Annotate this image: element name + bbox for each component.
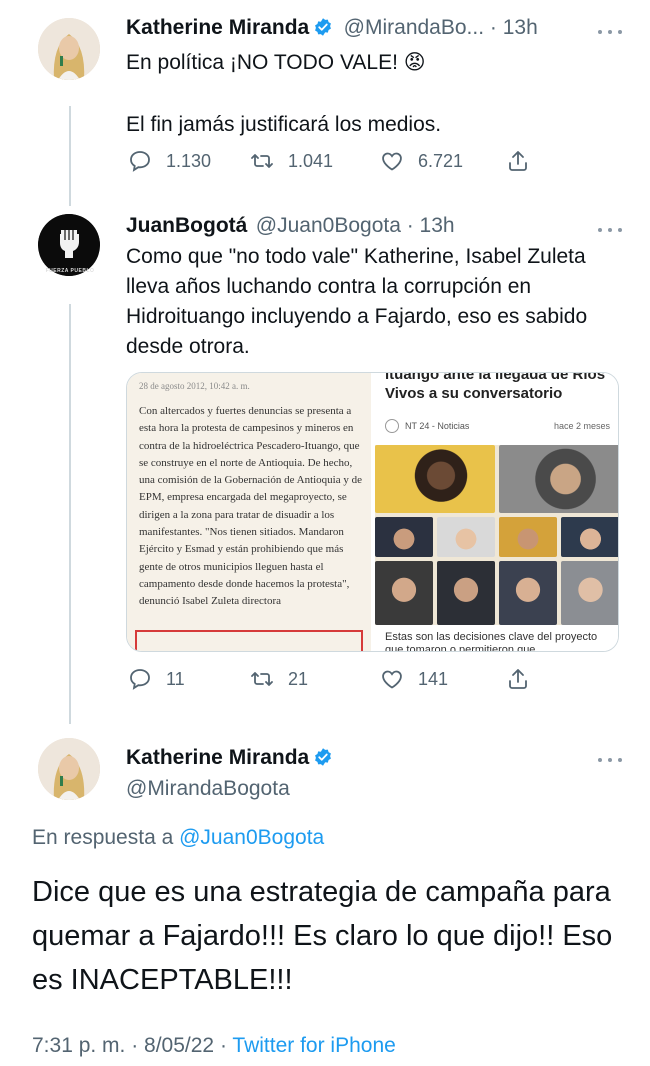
reply-count: 11 (166, 668, 185, 689)
author-handle-time[interactable]: @Juan0Bogota · 13h (256, 214, 455, 237)
share-button[interactable] (506, 148, 530, 174)
reply-to-link[interactable]: @Juan0Bogota (179, 826, 324, 849)
tweet-text-line: En política ¡NO TODO VALE! 😡 (126, 51, 426, 74)
thread-line-2 (69, 304, 71, 724)
avatar[interactable] (38, 738, 100, 800)
tweet-text: Dice que es una estrategia de campaña pa… (32, 876, 613, 996)
verified-badge-icon (315, 748, 332, 766)
portrait-photo (375, 517, 433, 557)
avatar[interactable] (38, 18, 100, 80)
comment-icon (130, 669, 150, 690)
portrait-photo (375, 561, 433, 625)
fist-logo-icon (38, 214, 100, 276)
heart-icon (382, 670, 402, 689)
portrait-photo (561, 517, 618, 557)
tweet-meta: 7:31 p. m. · 8/05/22 · Twitter for iPhon… (32, 1034, 396, 1058)
photo-grid (375, 445, 618, 625)
share-icon (509, 669, 527, 689)
news-screenshot: ituango ante la llegada de Ríos Vivos a … (375, 372, 618, 652)
portrait-photo (499, 561, 557, 625)
like-button[interactable]: 141 (380, 666, 448, 692)
news-time: hace 2 meses (553, 421, 610, 431)
avatar-photo-icon (38, 18, 100, 80)
avatar-caption: FUERZA PUEBLO (45, 268, 95, 274)
attached-image[interactable]: 28 de agosto 2012, 10:42 a. m. Con alter… (126, 372, 619, 652)
news-source-name: NT 24 - Noticias (405, 421, 470, 431)
news-headline: ituango ante la llegada de Ríos Vivos a … (385, 372, 606, 402)
portrait-photo (375, 445, 495, 513)
tweet-actions: 11 21 141 (126, 666, 536, 692)
author-name[interactable]: JuanBogotá (126, 214, 247, 237)
news-source: NT 24 - Noticias (385, 419, 469, 433)
author-name[interactable]: Katherine Miranda (126, 746, 309, 769)
avatar[interactable] (38, 214, 100, 276)
article-screenshot: 28 de agosto 2012, 10:42 a. m. Con alter… (127, 373, 371, 651)
portrait-photo (561, 561, 618, 625)
retweet-button[interactable]: 21 (250, 666, 308, 692)
avatar-photo-icon (38, 738, 100, 800)
like-count: 6.721 (418, 150, 464, 171)
portrait-photo (499, 445, 618, 513)
retweet-count: 21 (288, 668, 309, 689)
author-handle[interactable]: @MirandaBogota (126, 777, 290, 801)
more-icon[interactable] (598, 225, 624, 235)
tweet-text: Como que "no todo vale" Katherine, Isabe… (126, 245, 588, 358)
article-date: 28 de agosto 2012, 10:42 a. m. (139, 381, 250, 391)
verified-badge-icon (315, 18, 332, 36)
reply-button[interactable]: 1.130 (128, 148, 211, 174)
reply-count: 1.130 (166, 150, 212, 171)
like-button[interactable]: 6.721 (380, 148, 463, 174)
portrait-photo (437, 517, 495, 557)
highlight-box (135, 630, 363, 651)
retweet-icon (251, 154, 273, 168)
retweet-button[interactable]: 1.041 (250, 148, 333, 174)
news-caption: Estas son las decisiones clave del proye… (385, 631, 598, 652)
portrait-photo (499, 517, 557, 557)
author-handle-time[interactable]: @MirandaBo... · 13h (344, 16, 538, 39)
share-button[interactable] (506, 666, 530, 692)
thread-line-1 (69, 106, 71, 206)
more-icon[interactable] (598, 755, 624, 765)
heart-icon (382, 152, 402, 171)
like-count: 141 (418, 668, 449, 689)
timestamp[interactable]: 7:31 p. m. · 8/05/22 · (32, 1034, 232, 1057)
reply-context: En respuesta a @Juan0Bogota (32, 826, 324, 850)
tweet-actions: 1.130 1.041 6.721 (126, 148, 536, 174)
retweet-count: 1.041 (288, 150, 334, 171)
source-logo-icon (385, 419, 399, 433)
share-icon (509, 151, 527, 171)
source-link[interactable]: Twitter for iPhone (232, 1034, 395, 1057)
article-text: Con altercados y fuertes denuncias se pr… (139, 405, 362, 608)
more-icon[interactable] (598, 27, 624, 37)
reply-button[interactable]: 11 (128, 666, 185, 692)
retweet-icon (251, 672, 273, 686)
portrait-photo (437, 561, 495, 625)
comment-icon (130, 151, 150, 172)
tweet-text-line: El fin jamás justificará los medios. (126, 113, 442, 136)
author-name[interactable]: Katherine Miranda (126, 16, 309, 39)
reply-prefix: En respuesta a (32, 826, 174, 849)
